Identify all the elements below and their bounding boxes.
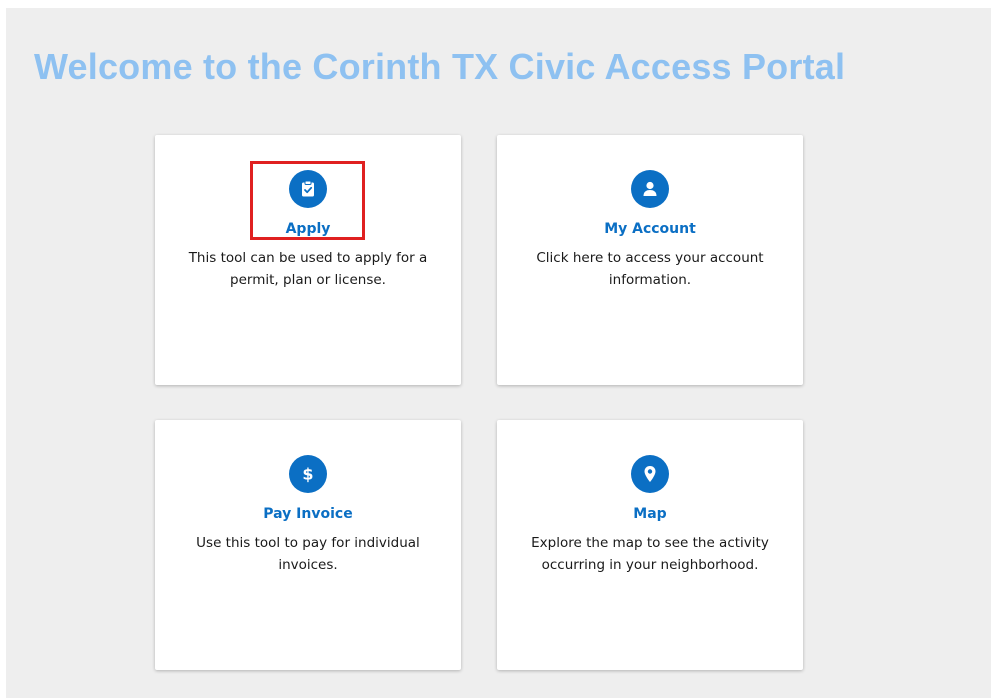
apply-title[interactable]: Apply [155,221,461,237]
pay-invoice-tile[interactable]: $ Pay Invoice Use this tool to pay for i… [155,420,461,670]
dollar-icon: $ [289,455,327,493]
map-title[interactable]: Map [497,506,803,522]
user-icon [631,170,669,208]
my-account-tile[interactable]: My Account Click here to access your acc… [497,135,803,385]
page-title: Welcome to the Corinth TX Civic Access P… [34,46,846,87]
apply-description: This tool can be used to apply for a per… [188,250,428,288]
map-tile[interactable]: Map Explore the map to see the activity … [497,420,803,670]
pay-invoice-description: Use this tool to pay for individual invo… [196,535,420,573]
my-account-description: Click here to access your account inform… [536,250,764,288]
map-description: Explore the map to see the activity occu… [531,535,769,573]
apply-tile[interactable]: Apply This tool can be used to apply for… [155,135,461,385]
my-account-title[interactable]: My Account [497,221,803,237]
clipboard-check-icon [289,170,327,208]
map-pin-icon [631,455,669,493]
pay-invoice-title[interactable]: Pay Invoice [155,506,461,522]
portal-panel: Welcome to the Corinth TX Civic Access P… [6,8,991,698]
svg-text:$: $ [302,465,313,484]
